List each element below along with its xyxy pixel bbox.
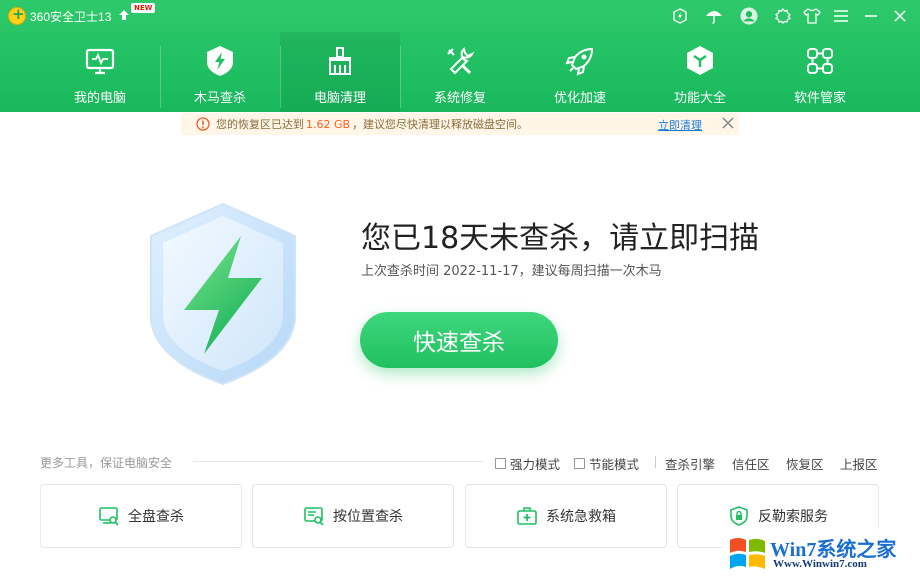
option-label: 节能模式: [589, 457, 640, 472]
location-scan-icon: [304, 507, 324, 526]
close-icon[interactable]: [891, 7, 909, 25]
shield-hero-icon: [150, 202, 296, 386]
notice-suffix: ，建议您尽快清理以释放磁盘空间。: [352, 118, 529, 131]
new-badge: NEW: [131, 3, 156, 13]
nav-label: 木马查杀: [193, 91, 246, 106]
last-scan-subtitle: 上次查杀时间 2022-11-17，建议每周扫描一次木马: [361, 264, 662, 279]
nav-label: 电脑清理: [313, 91, 366, 106]
card-label: 全盘查杀: [128, 509, 184, 525]
card-label: 系统急救箱: [546, 509, 616, 525]
trust-zone-link[interactable]: 信任区: [732, 454, 770, 473]
nav-item-system-repair[interactable]: 系统修复: [400, 32, 520, 112]
nav-item-features[interactable]: 功能大全: [640, 32, 760, 112]
power-save-mode-checkbox[interactable]: 节能模式: [574, 454, 639, 473]
notice-prefix: 您的恢复区已达到: [216, 118, 304, 131]
broom-icon: [321, 42, 359, 80]
header: 360安全卫士13 NEW: [0, 0, 920, 112]
nav-label: 我的电脑: [73, 91, 126, 106]
shield-lock-icon: [730, 506, 748, 526]
nav-label: 优化加速: [553, 91, 606, 106]
scan-engine-link[interactable]: 查杀引擎: [665, 454, 715, 473]
nav-item-my-computer[interactable]: 我的电脑: [40, 32, 160, 112]
settings-gear-icon[interactable]: [774, 7, 792, 25]
apps-icon: [801, 42, 839, 80]
quick-scan-button[interactable]: 快速查杀: [360, 312, 558, 368]
shirt-skin-icon[interactable]: [803, 7, 821, 25]
notice-text: 您的恢复区已达到 1.62 GB ，建议您尽快清理以释放磁盘空间。: [216, 116, 528, 132]
card-label: 反勒索服务: [758, 509, 828, 525]
app-window: 360安全卫士13 NEW: [0, 0, 920, 580]
cube-icon: [681, 42, 719, 80]
app-logo-icon: [8, 5, 26, 25]
shield-bolt-icon: [201, 42, 239, 80]
menu-icon[interactable]: [832, 7, 850, 25]
nav-item-trojan-scan[interactable]: 木马查杀: [160, 32, 280, 112]
monitor-icon: [81, 42, 119, 80]
nav-item-optimize[interactable]: 优化加速: [520, 32, 640, 112]
report-zone-link[interactable]: 上报区: [840, 454, 878, 473]
security-status-icon[interactable]: [671, 7, 689, 25]
wrench-icon: [441, 42, 479, 80]
rocket-icon: [561, 42, 599, 80]
recovery-notice-bar: 您的恢复区已达到 1.62 GB ，建议您尽快清理以释放磁盘空间。 立即清理: [181, 113, 739, 135]
system-rescue-card[interactable]: 系统急救箱: [465, 484, 667, 548]
nav-divider: [400, 46, 401, 108]
notice-value: 1.62 GB: [306, 118, 351, 131]
checkbox-box[interactable]: [574, 458, 585, 469]
nav-item-pc-cleanup[interactable]: 电脑清理: [280, 32, 400, 112]
nav-divider: [280, 46, 281, 108]
full-scan-card[interactable]: 全盘查杀: [40, 484, 242, 548]
location-scan-card[interactable]: 按位置查杀: [252, 484, 454, 548]
app-title: 360安全卫士13: [30, 10, 112, 24]
tools-divider: [193, 461, 483, 462]
recovery-zone-link[interactable]: 恢复区: [786, 454, 824, 473]
options-divider: [655, 456, 656, 468]
nav-divider: [160, 46, 161, 108]
minimize-icon[interactable]: [862, 7, 880, 25]
card-label: 按位置查杀: [333, 509, 403, 525]
clean-now-link[interactable]: 立即清理: [658, 117, 702, 133]
scan-reminder-title: 您已18天未查杀，请立即扫描: [361, 221, 760, 256]
full-disk-scan-icon: [99, 507, 119, 526]
strong-mode-checkbox[interactable]: 强力模式: [495, 454, 560, 473]
avatar-icon[interactable]: [740, 7, 758, 25]
warning-icon: [196, 117, 210, 131]
option-label: 强力模式: [510, 457, 561, 472]
checkbox-box[interactable]: [495, 458, 506, 469]
skin-umbrella-icon[interactable]: [705, 7, 723, 25]
watermark-url: Www.Winwin7.com: [773, 558, 867, 570]
nav-label: 系统修复: [433, 91, 486, 106]
nav-label: 软件管家: [793, 91, 846, 106]
nav-item-software-manager[interactable]: 软件管家: [760, 32, 880, 112]
main-nav: 我的电脑 木马查杀 电脑清理 系统修复 优化加速 功能大全 软件管家: [40, 32, 880, 112]
nav-label: 功能大全: [673, 91, 726, 106]
first-aid-kit-icon: [517, 507, 537, 525]
upgrade-arrow-icon[interactable]: [118, 9, 130, 21]
notice-close-icon[interactable]: [721, 116, 735, 130]
more-tools-label: 更多工具，保证电脑安全: [40, 456, 173, 470]
title-bar: 360安全卫士13 NEW: [0, 0, 920, 32]
